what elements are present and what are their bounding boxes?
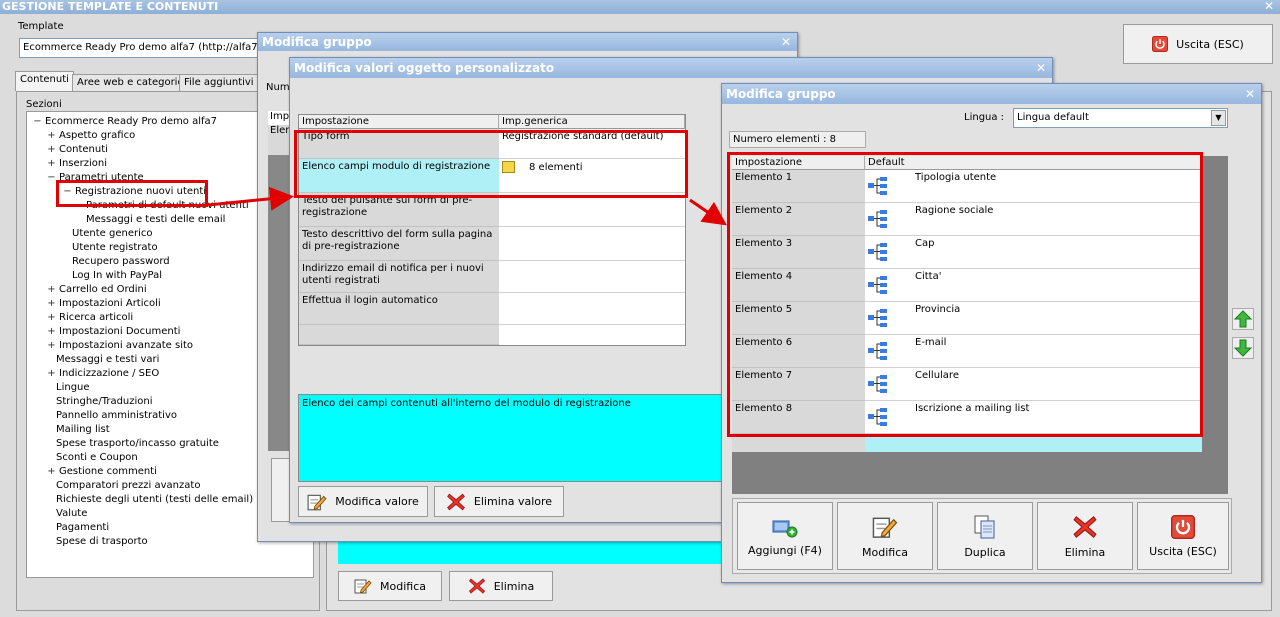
arrow-values-to-group bbox=[689, 198, 727, 226]
arrow-tree-to-values bbox=[207, 186, 294, 211]
annotation-arrows bbox=[207, 186, 727, 226]
